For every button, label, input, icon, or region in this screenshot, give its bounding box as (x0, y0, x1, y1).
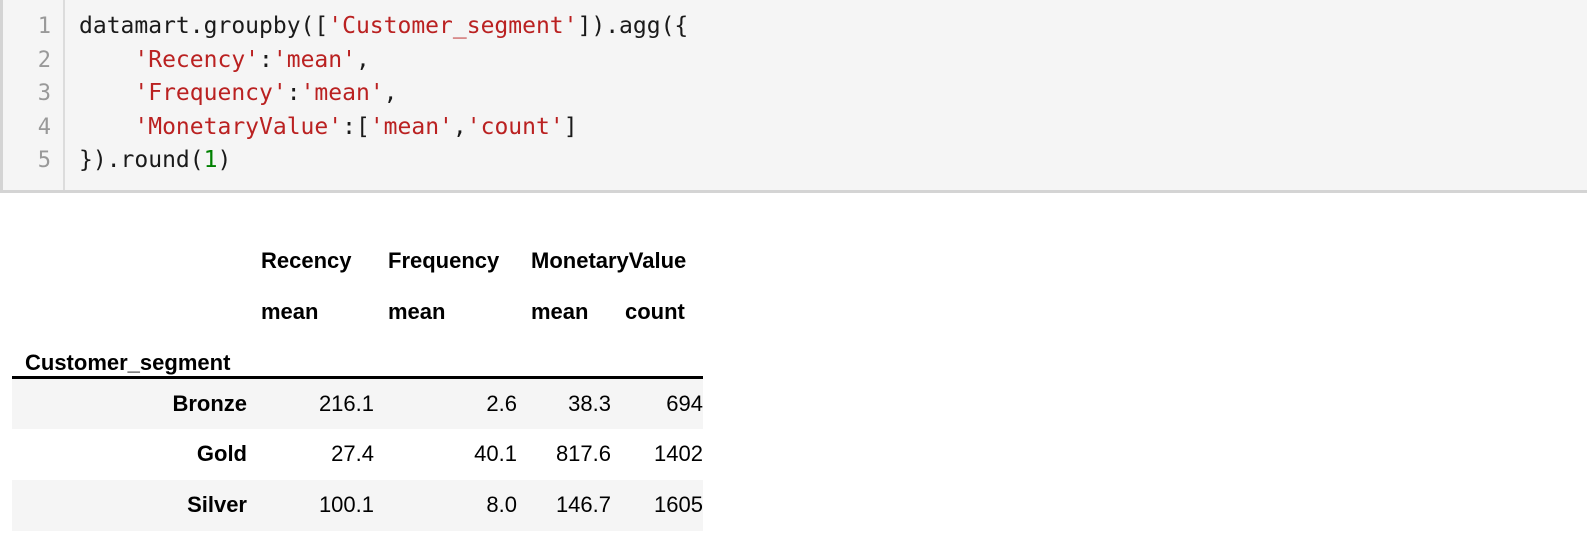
code-token-plain: ] (563, 113, 578, 140)
code-token-plain: }).round( (79, 147, 204, 173)
index-name-pad (611, 325, 703, 379)
line-number: 5 (37, 148, 51, 173)
agg-header-monetaryvalue-count: count (625, 299, 685, 324)
column-header-monetaryvalue: MonetaryValue (531, 248, 687, 273)
code-token-str: 'MonetaryValue' (134, 113, 343, 140)
row-index-bronze: Bronze (172, 390, 247, 416)
cell-bronze-frequency-mean: 2.6 (486, 390, 517, 416)
agg-header-monetaryvalue-mean: mean (531, 299, 589, 324)
code-token-str: 'Recency' (134, 46, 260, 73)
code-token-plain: ) (217, 147, 232, 173)
cell-silver-monetaryvalue-mean: 146.7 (555, 492, 611, 517)
cell-bronze-recency-mean: 216.1 (318, 390, 374, 416)
code-token-str: 'Frequency' (134, 80, 287, 106)
code-token-plain: : (259, 46, 273, 73)
cell-silver-frequency-mean: 8.0 (486, 492, 517, 517)
index-name-pad (374, 325, 517, 379)
header-corner-blank (12, 223, 247, 274)
code-token-plain: : (286, 80, 301, 106)
line-number: 3 (37, 81, 51, 106)
code-token-plain: :[ (342, 113, 370, 140)
dataframe-output: Recency Frequency MonetaryValue mean mea… (0, 193, 1587, 531)
code-editor[interactable]: datamart.groupby(['Customer_segment']).a… (65, 0, 1587, 178)
row-index-gold: Gold (196, 441, 247, 466)
code-gutter: 1 2 3 4 5 (3, 0, 65, 190)
header-row-index-name: Customer_segment (12, 325, 703, 379)
code-line: 'Frequency':'mean', (79, 77, 1587, 111)
header-corner-blank (12, 274, 247, 325)
code-token-plain: , (452, 113, 467, 140)
agg-header-frequency-mean: mean (388, 299, 446, 324)
code-token-str: 'mean' (369, 113, 453, 140)
aggregation-table: Recency Frequency MonetaryValue mean mea… (12, 223, 703, 531)
code-line: 'MonetaryValue':['mean','count'] (79, 111, 1587, 145)
table-row: Silver 100.1 8.0 146.7 1605 (12, 479, 703, 531)
column-header-frequency: Frequency (388, 248, 500, 273)
code-cell[interactable]: 1 2 3 4 5 datamart.groupby(['Customer_se… (0, 0, 1587, 193)
code-token-plain: , (355, 46, 370, 73)
index-name-pad (247, 325, 374, 379)
code-line: 'Recency':'mean', (79, 44, 1587, 78)
table-row: Bronze 216.1 2.6 38.3 694 (12, 377, 703, 429)
code-line: }).round(1) (79, 144, 1587, 178)
line-number: 2 (37, 47, 51, 73)
header-row-aggregations: mean mean mean count (12, 274, 703, 325)
index-name-label: Customer_segment (12, 325, 247, 379)
cell-gold-recency-mean: 27.4 (331, 441, 374, 466)
code-token-plain: ]).agg({ (577, 13, 689, 39)
cell-gold-monetaryvalue-mean: 817.6 (555, 441, 611, 466)
agg-header-recency-mean: mean (261, 299, 319, 324)
code-token-plain: , (383, 80, 398, 106)
cell-silver-monetaryvalue-count: 1605 (654, 492, 703, 517)
table-body: Bronze 216.1 2.6 38.3 694 Gold 27.4 40.1… (12, 377, 703, 531)
row-index-silver: Silver (187, 492, 247, 517)
column-header-recency: Recency (261, 248, 352, 273)
line-number: 1 (37, 14, 51, 39)
cell-gold-frequency-mean: 40.1 (474, 441, 517, 466)
code-token-num: 1 (203, 147, 218, 173)
cell-silver-recency-mean: 100.1 (318, 492, 374, 517)
line-number: 4 (37, 114, 51, 140)
code-line: datamart.groupby(['Customer_segment']).a… (79, 10, 1587, 44)
table-row: Gold 27.4 40.1 817.6 1402 (12, 428, 703, 480)
index-name-pad (517, 325, 611, 379)
header-row-columns: Recency Frequency MonetaryValue (12, 223, 703, 274)
code-token-str: 'mean' (300, 80, 384, 106)
code-token-str: 'Customer_segment' (328, 13, 578, 39)
table-head: Recency Frequency MonetaryValue mean mea… (12, 223, 703, 379)
cell-bronze-monetaryvalue-mean: 38.3 (568, 390, 611, 416)
code-token-str: 'mean' (272, 46, 356, 73)
code-token-plain: datamart.groupby([ (79, 13, 329, 39)
cell-gold-monetaryvalue-count: 1402 (654, 441, 703, 466)
cell-bronze-monetaryvalue-count: 694 (666, 390, 703, 416)
code-token-str: 'count' (466, 113, 564, 140)
